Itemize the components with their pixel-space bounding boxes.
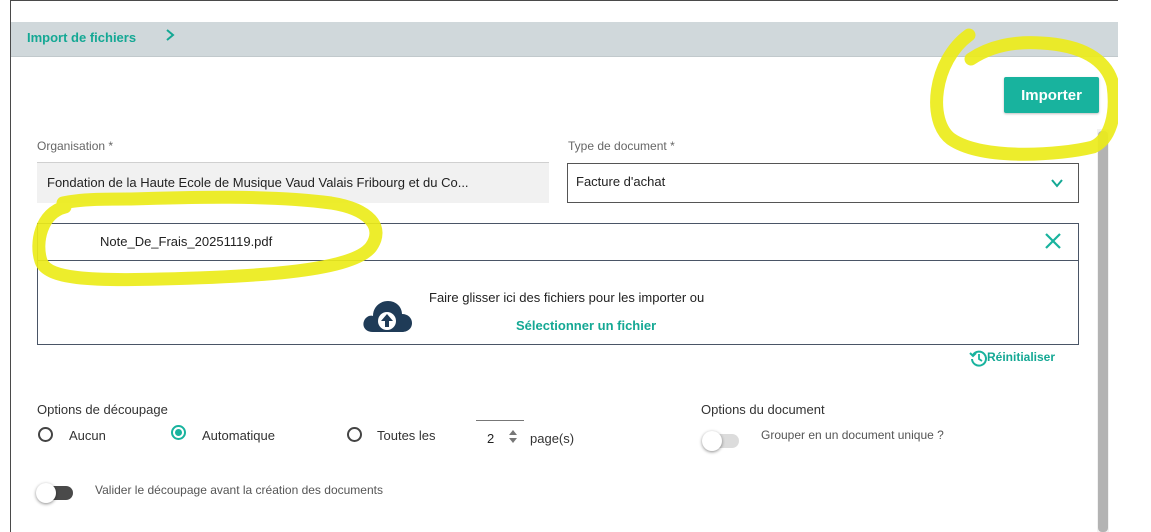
doc-type-select[interactable]: Facture d'achat: [567, 163, 1079, 203]
organisation-label: Organisation *: [37, 139, 114, 153]
organisation-field[interactable]: Fondation de la Haute Ecole de Musique V…: [37, 162, 549, 203]
group-document-label: Grouper en un document unique ?: [761, 428, 944, 442]
radio-every-n-pages[interactable]: [347, 427, 362, 442]
history-icon: [969, 350, 987, 367]
toggle-knob: [36, 483, 56, 503]
drop-instructions: Faire glisser ici des fichiers pour les …: [429, 290, 705, 305]
split-options-title: Options de découpage: [37, 402, 168, 417]
group-document-toggle[interactable]: [702, 431, 739, 451]
toggle-knob: [702, 431, 722, 451]
chevron-down-icon: [1051, 179, 1063, 188]
cloud-upload-icon: [363, 301, 412, 332]
organisation-value: Fondation de la Haute Ecole de Musique V…: [47, 175, 469, 190]
validate-split-label: Valider le découpage avant la création d…: [95, 483, 383, 497]
scrollbar-thumb[interactable]: [1098, 131, 1108, 532]
doc-type-value: Facture d'achat: [576, 174, 666, 189]
pages-stepper[interactable]: 2: [476, 420, 524, 451]
file-row: Note_De_Frais_20251119.pdf: [38, 224, 1078, 261]
select-file-link[interactable]: Sélectionner un fichier: [516, 318, 656, 333]
import-button[interactable]: Importer: [1004, 77, 1099, 113]
radio-none[interactable]: [38, 427, 53, 442]
reset-label: Réinitialiser: [987, 350, 1056, 364]
pages-value: 2: [487, 431, 495, 446]
close-icon[interactable]: [1043, 231, 1063, 251]
stepper-arrows-icon[interactable]: [509, 430, 517, 443]
doc-options-title: Options du document: [701, 402, 825, 417]
file-name: Note_De_Frais_20251119.pdf: [100, 234, 273, 249]
chevron-right-icon[interactable]: [163, 28, 177, 42]
import-panel: Import de fichiers Importer Organisation…: [10, 0, 1118, 532]
breadcrumb-bar: Import de fichiers: [11, 22, 1118, 57]
file-dropzone[interactable]: Note_De_Frais_20251119.pdf Faire glisser…: [37, 223, 1079, 345]
breadcrumb-import-files[interactable]: Import de fichiers: [27, 30, 136, 45]
doc-type-label: Type de document *: [568, 139, 675, 153]
radio-label-every-n-pages: Toutes les: [377, 428, 436, 443]
radio-label-none: Aucun: [69, 428, 106, 443]
pages-suffix: page(s): [530, 431, 575, 446]
validate-split-toggle[interactable]: [36, 483, 73, 503]
radio-automatic[interactable]: [171, 425, 186, 440]
radio-label-automatic: Automatique: [202, 428, 275, 443]
